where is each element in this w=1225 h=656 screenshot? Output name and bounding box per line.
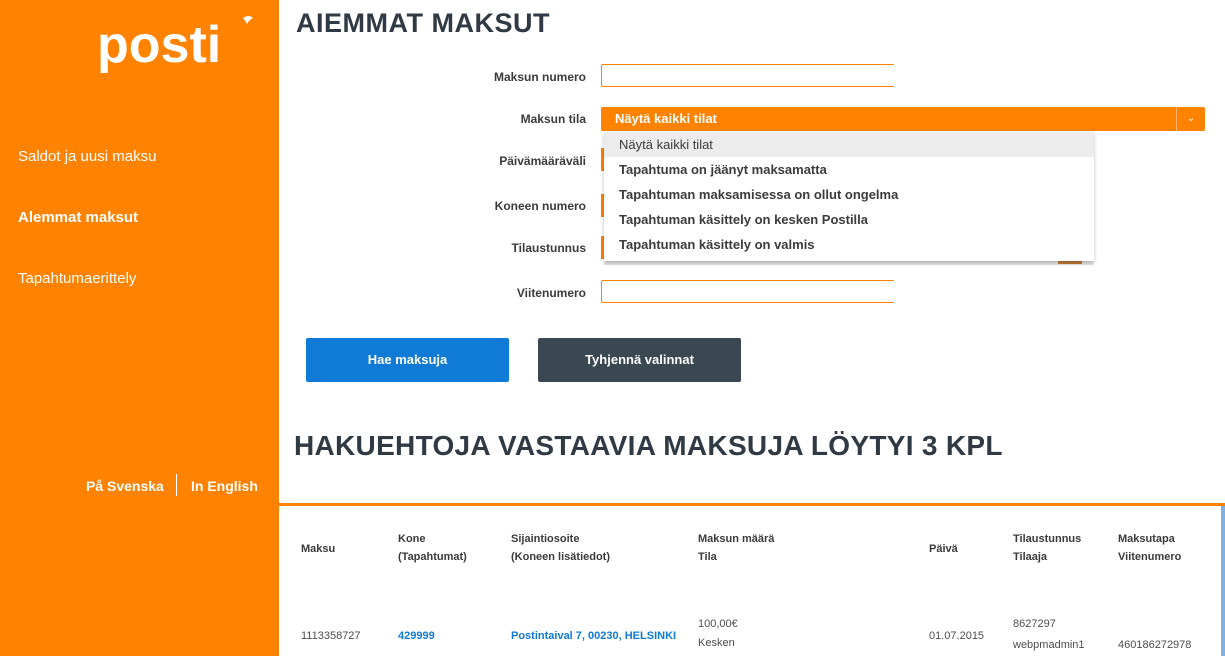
header-method: Maksutapa [1118,533,1175,545]
payment-number-input[interactable] [601,64,894,87]
nav-item-event-details[interactable]: Tapahtumaerittely [18,270,136,287]
posti-logo[interactable]: posti [97,14,257,76]
results-title: HAKUEHTOJA VASTAAVIA MAKSUJA LÖYTYI 3 KP… [294,430,1003,461]
svg-text:posti: posti [97,16,221,74]
clear-selections-button[interactable]: Tyhjennä valinnat [538,338,741,382]
lang-divider [176,474,177,496]
status-label: Maksun tila [520,112,586,126]
cell-payment: 1113358727 [301,630,361,642]
page-title: AIEMMAT MAKSUT [296,8,550,38]
results-divider [279,503,1225,506]
cell-reference: 460186272978 [1118,639,1192,651]
cell-location-link[interactable]: Postintaival 7, 00230, HELSINKI [511,628,676,645]
cell-date: 01.07.2015 [929,630,985,642]
cell-amount: 100,00€ [698,618,738,630]
header-orderer: Tilaaja [1013,551,1048,563]
status-select-value: Näytä kaikki tilat [615,111,717,126]
date-range-label: Päivämääräväli [499,154,586,168]
header-payment: Maksu [301,543,336,555]
machine-number-label: Koneen numero [494,199,586,213]
search-payments-button[interactable]: Hae maksuja [306,338,509,382]
reference-label: Viitenumero [516,286,586,300]
header-reference: Viitenumero [1118,551,1182,563]
header-machine-events: (Tapahtumat) [398,551,467,563]
status-dropdown-list: Näytä kaikki tilat Tapahtuma on jäänyt m… [604,132,1094,261]
header-machine: Kone [398,533,426,545]
cell-status: Kesken [698,637,735,649]
status-option[interactable]: Tapahtuman käsittely on kesken Postilla [604,207,1094,232]
header-location-details: (Koneen lisätiedot) [511,551,611,563]
header-date: Päivä [929,543,958,555]
cell-order-id: 8627297 [1013,618,1056,630]
cell-machine-link[interactable]: 429999 [398,628,435,645]
status-option[interactable]: Näytä kaikki tilat [604,132,1094,157]
header-order-id: Tilaustunnus [1013,533,1082,545]
header-amount: Maksun määrä [698,533,775,545]
status-select[interactable]: Näytä kaikki tilat ⌄ [601,107,1205,131]
order-id-label: Tilaustunnus [511,241,586,255]
reference-input[interactable] [601,280,894,303]
status-option[interactable]: Tapahtuman käsittely on valmis [604,232,1094,257]
chevron-down-icon[interactable]: ⌄ [1176,107,1205,131]
payment-number-label: Maksun numero [493,70,586,84]
status-option[interactable]: Tapahtuman maksamisessa on ollut ongelma [604,182,1094,207]
lang-swedish-link[interactable]: På Svenska [86,478,164,494]
sidebar: posti Saldot ja uusi maksu Alemmat maksu… [0,0,279,656]
nav-item-previous-payments[interactable]: Alemmat maksut [18,209,138,226]
nav-item-balances[interactable]: Saldot ja uusi maksu [18,148,156,165]
status-option[interactable]: Tapahtuma on jäänyt maksamatta [604,157,1094,182]
header-location: Sijaintiosoite [511,533,580,545]
header-status: Tila [698,551,717,563]
scrollbar[interactable] [1221,506,1225,656]
cell-orderer: webpmadmin1 [1013,639,1085,651]
lang-english-link[interactable]: In English [191,478,258,494]
